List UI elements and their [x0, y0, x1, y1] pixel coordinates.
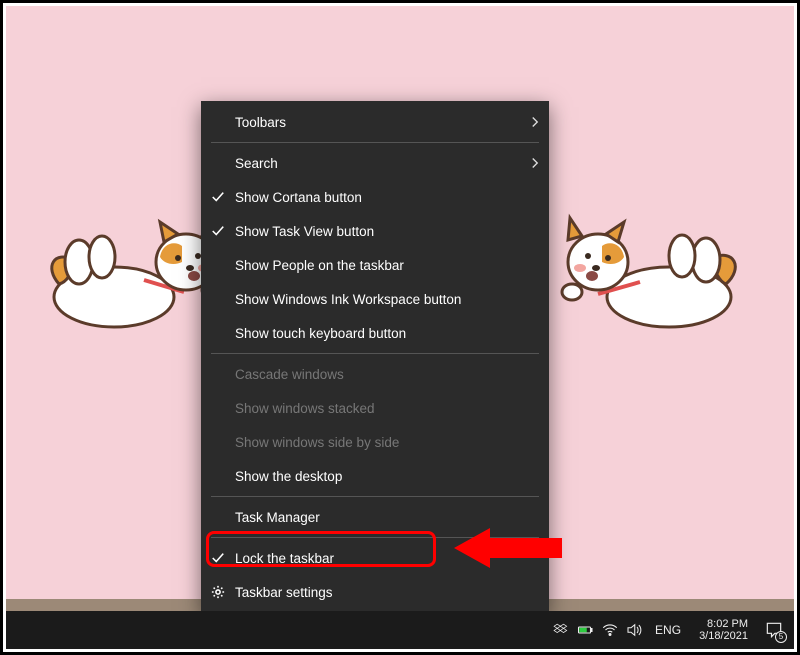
dropbox-icon[interactable] — [553, 621, 571, 639]
menu-label: Show windows stacked — [235, 401, 521, 416]
chevron-right-icon — [521, 116, 549, 128]
menu-item-stacked: Show windows stacked — [201, 391, 549, 425]
menu-label: Taskbar settings — [235, 585, 521, 600]
clock-time: 8:02 PM — [707, 618, 748, 630]
menu-item-show-touchkb[interactable]: Show touch keyboard button — [201, 316, 549, 350]
check-icon — [201, 224, 235, 238]
menu-item-show-desktop[interactable]: Show the desktop — [201, 459, 549, 493]
menu-label: Show Task View button — [235, 224, 521, 239]
clock[interactable]: 8:02 PM 3/18/2021 — [693, 618, 754, 642]
menu-item-show-ink[interactable]: Show Windows Ink Workspace button — [201, 282, 549, 316]
menu-item-show-taskview[interactable]: Show Task View button — [201, 214, 549, 248]
screenshot-frame: Toolbars Search Show Cortana button Show… — [0, 0, 800, 655]
menu-label: Task Manager — [235, 510, 521, 525]
wifi-icon[interactable] — [601, 621, 619, 639]
menu-item-cascade: Cascade windows — [201, 357, 549, 391]
menu-label: Show People on the taskbar — [235, 258, 521, 273]
menu-label: Show Cortana button — [235, 190, 521, 205]
menu-separator — [211, 142, 539, 143]
action-center-icon[interactable]: 5 — [760, 616, 788, 644]
volume-icon[interactable] — [625, 621, 643, 639]
clock-date: 3/18/2021 — [699, 630, 748, 642]
desktop-wallpaper[interactable]: Toolbars Search Show Cortana button Show… — [6, 6, 794, 649]
chevron-right-icon — [521, 157, 549, 169]
menu-label: Show windows side by side — [235, 435, 521, 450]
menu-item-show-people[interactable]: Show People on the taskbar — [201, 248, 549, 282]
battery-icon[interactable] — [577, 621, 595, 639]
wallpaper-dog-right — [554, 202, 744, 332]
menu-label: Cascade windows — [235, 367, 521, 382]
taskbar[interactable]: ENG 8:02 PM 3/18/2021 5 — [6, 611, 794, 649]
arrow-annotation — [454, 524, 564, 572]
menu-label: Show touch keyboard button — [235, 326, 521, 341]
menu-label: Toolbars — [235, 115, 521, 130]
menu-label: Search — [235, 156, 521, 171]
menu-item-sidebyside: Show windows side by side — [201, 425, 549, 459]
language-indicator[interactable]: ENG — [649, 623, 687, 637]
menu-item-toolbars[interactable]: Toolbars — [201, 105, 549, 139]
check-icon — [201, 551, 235, 565]
menu-separator — [211, 496, 539, 497]
menu-item-search[interactable]: Search — [201, 146, 549, 180]
check-icon — [201, 190, 235, 204]
menu-item-taskbar-settings[interactable]: Taskbar settings — [201, 575, 549, 609]
wallpaper-dog-left — [44, 202, 224, 332]
system-tray: ENG 8:02 PM 3/18/2021 5 — [553, 611, 788, 649]
action-center-badge: 5 — [775, 631, 787, 643]
menu-separator — [211, 353, 539, 354]
gear-icon — [201, 585, 235, 599]
menu-item-show-cortana[interactable]: Show Cortana button — [201, 180, 549, 214]
menu-label: Show the desktop — [235, 469, 521, 484]
menu-label: Show Windows Ink Workspace button — [235, 292, 521, 307]
